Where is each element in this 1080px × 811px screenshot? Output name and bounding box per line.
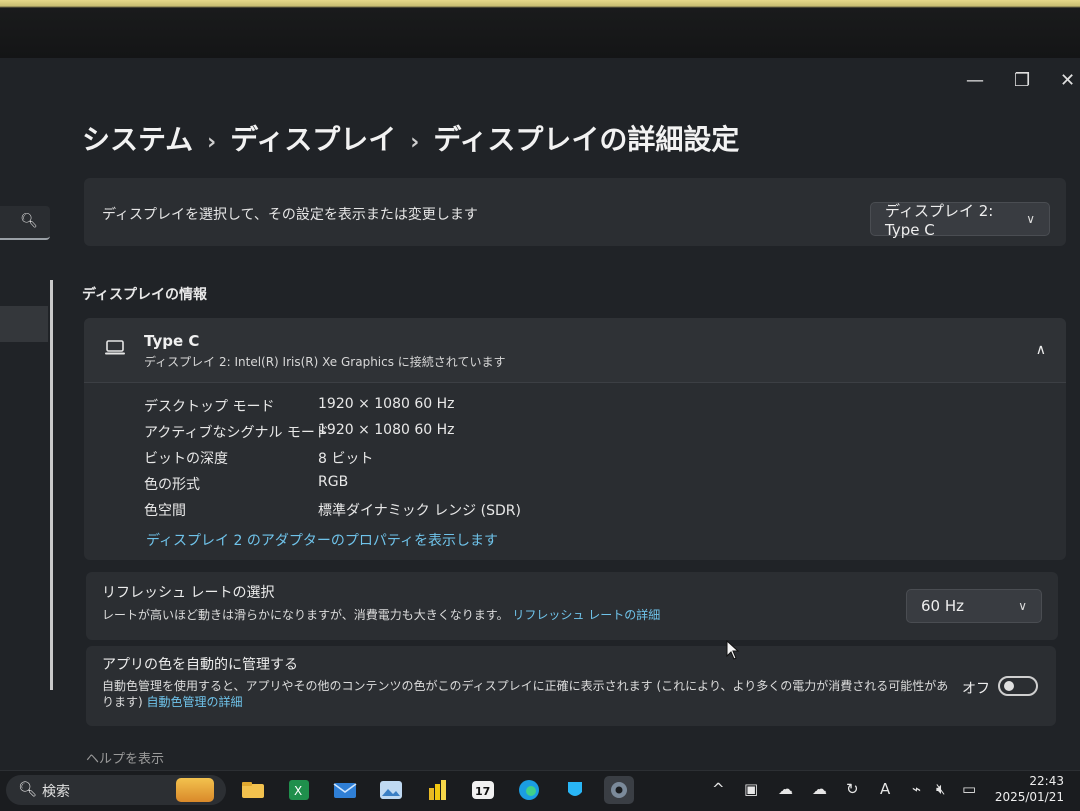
property-label: ビットの深度 (144, 451, 228, 467)
ime-indicator[interactable]: A (880, 780, 890, 798)
wifi-icon[interactable]: ⌁ (912, 780, 921, 798)
breadcrumb: システム › ディスプレイ › ディスプレイの詳細設定 (82, 118, 739, 158)
speaker-muted-icon[interactable]: 🔇︎ (936, 780, 945, 798)
edge-icon[interactable] (514, 776, 544, 804)
property-value: 8 ビット (318, 451, 374, 467)
taskbar-search-label: 検索 (42, 784, 70, 800)
clock[interactable]: 22:43 2025/01/21 (995, 773, 1064, 805)
page-title: ディスプレイの詳細設定 (433, 123, 740, 156)
search-icon: 🔍︎ (20, 213, 38, 229)
color-management-title: アプリの色を自動的に管理する (102, 657, 298, 673)
property-value: RGB (318, 474, 349, 490)
breadcrumb-display[interactable]: ディスプレイ (230, 123, 396, 156)
close-button[interactable]: ✕ (1060, 70, 1075, 91)
svg-text:17: 17 (475, 785, 490, 798)
mouse-cursor-icon (726, 639, 740, 664)
property-value: 1920 × 1080 60 Hz (318, 422, 455, 438)
breadcrumb-system[interactable]: システム (82, 123, 193, 156)
refresh-rate-value: 60 Hz (921, 597, 965, 615)
toggle-knob (1004, 681, 1014, 691)
display-info-header[interactable]: Type C ディスプレイ 2: Intel(R) Iris(R) Xe Gra… (84, 318, 1066, 383)
property-label: 色空間 (144, 503, 186, 519)
sidebar-item-display[interactable] (0, 306, 48, 342)
refresh-rate-description-text: レートが高いほど動きは滑らかになりますが、消費電力も大きくなります。 (102, 608, 509, 622)
device-name: Type C (144, 332, 200, 350)
chevron-up-icon[interactable]: ∧ (1036, 342, 1046, 358)
section-title: ディスプレイの情報 (82, 287, 208, 303)
display-select-card: ディスプレイを選択して、その設定を表示または変更します ディスプレイ 2: Ty… (84, 178, 1066, 246)
excel-icon[interactable]: X (284, 776, 314, 804)
monitor-bezel (0, 0, 1080, 58)
color-management-details-link[interactable]: 自動色管理の詳細 (147, 695, 243, 709)
taskbar: 🔍︎ 検索 X 17 ^ ▣ ☁ ☁ ↻ A ⌁ 🔇︎ ▭ 22:43 2025… (0, 770, 1080, 811)
property-label: アクティブなシグナル モード (144, 425, 329, 441)
settings-icon[interactable] (604, 776, 634, 804)
clock-time: 22:43 (1029, 774, 1064, 788)
tradingview-icon[interactable]: 17 (468, 776, 498, 804)
search-highlight-icon[interactable] (176, 778, 214, 802)
property-label: デスクトップ モード (144, 399, 275, 415)
clock-date: 2025/01/21 (994, 790, 1064, 804)
breadcrumb-separator: › (410, 130, 420, 155)
taskbar-search[interactable]: 🔍︎ 検索 (6, 775, 226, 805)
refresh-rate-details-link[interactable]: リフレッシュ レートの詳細 (512, 608, 660, 622)
app-icon[interactable] (560, 776, 590, 804)
tray-overflow-icon[interactable]: ^ (712, 780, 725, 798)
refresh-rate-description: レートが高いほど動きは滑らかになりますが、消費電力も大きくなります。 リフレッシ… (102, 606, 660, 623)
search-icon: 🔍︎ (18, 780, 38, 798)
chevron-down-icon: ∨ (1026, 212, 1035, 226)
breadcrumb-separator: › (207, 130, 217, 155)
refresh-rate-title: リフレッシュ レートの選択 (102, 585, 275, 601)
power-bi-icon[interactable] (422, 776, 452, 804)
file-explorer-icon[interactable] (238, 776, 268, 804)
device-connection: ディスプレイ 2: Intel(R) Iris(R) Xe Graphics に… (144, 355, 506, 369)
settings-window: — ❐ ✕ システム › ディスプレイ › ディスプレイの詳細設定 🔍︎ ディスプレイを… (0, 58, 1080, 770)
refresh-rate-card: リフレッシュ レートの選択 レートが高いほど動きは滑らかになりますが、消費電力も… (86, 572, 1058, 640)
minimize-button[interactable]: — (966, 70, 984, 91)
mail-icon[interactable] (330, 776, 360, 804)
cloud-icon[interactable]: ☁ (778, 780, 793, 798)
display-info-card: Type C ディスプレイ 2: Intel(R) Iris(R) Xe Gra… (84, 318, 1066, 560)
property-value: 1920 × 1080 60 Hz (318, 396, 455, 412)
display-select-dropdown[interactable]: ディスプレイ 2: Type C ∨ (870, 201, 1050, 239)
color-management-toggle[interactable] (998, 676, 1038, 696)
gift-icon[interactable]: ▣ (744, 780, 758, 798)
laptop-icon (104, 340, 126, 360)
svg-text:X: X (294, 784, 302, 798)
scrollbar[interactable] (50, 280, 53, 690)
property-label: 色の形式 (144, 477, 200, 493)
chevron-down-icon: ∨ (1018, 599, 1027, 613)
color-management-description: 自動色管理を使用すると、アプリやその他のコンテンツの色がこのディスプレイに正確に… (102, 678, 952, 710)
sync-icon[interactable]: ↻ (846, 780, 859, 798)
maximize-button[interactable]: ❐ (1014, 70, 1030, 91)
search-input[interactable]: 🔍︎ (0, 206, 50, 240)
photos-icon[interactable] (376, 776, 406, 804)
display-select-value: ディスプレイ 2: Type C (885, 201, 994, 239)
display-select-prompt: ディスプレイを選択して、その設定を表示または変更します (102, 207, 478, 223)
property-value: 標準ダイナミック レンジ (SDR) (318, 503, 521, 519)
onedrive-icon[interactable]: ☁ (812, 780, 827, 798)
battery-icon[interactable]: ▭ (962, 780, 976, 798)
adapter-properties-link[interactable]: ディスプレイ 2 のアダプターのプロパティを表示します (146, 530, 498, 550)
help-link[interactable]: ヘルプを表示 (86, 748, 164, 767)
toggle-state-label: オフ (962, 681, 990, 697)
refresh-rate-dropdown[interactable]: 60 Hz ∨ (906, 589, 1042, 623)
color-management-card: アプリの色を自動的に管理する 自動色管理を使用すると、アプリやその他のコンテンツ… (86, 646, 1056, 726)
